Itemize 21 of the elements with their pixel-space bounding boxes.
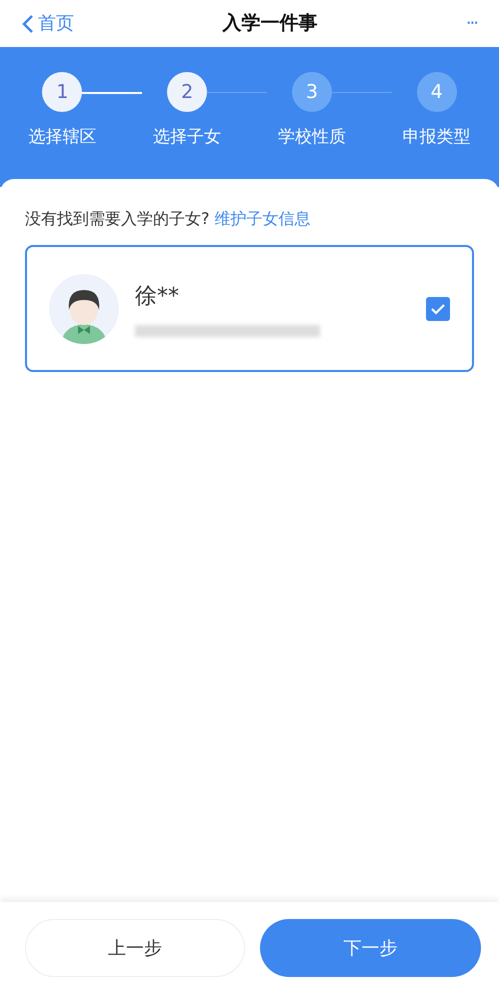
page-title: 入学一件事 bbox=[222, 11, 318, 36]
child-card[interactable]: 徐** bbox=[25, 245, 474, 372]
maintain-info-link[interactable]: 维护子女信息 bbox=[214, 209, 311, 228]
step-number: 2 bbox=[167, 72, 208, 112]
child-name: 徐** bbox=[135, 283, 180, 311]
step-number: 3 bbox=[292, 72, 332, 112]
previous-button[interactable]: 上一步 bbox=[25, 919, 245, 977]
prompt-text: 没有找到需要入学的子女? bbox=[25, 209, 210, 228]
step-label: 申报类型 bbox=[402, 126, 471, 149]
step-label: 选择子女 bbox=[153, 126, 222, 149]
checkbox[interactable] bbox=[426, 296, 450, 320]
avatar-icon bbox=[49, 274, 119, 344]
check-icon bbox=[431, 302, 445, 314]
step-number: 1 bbox=[42, 72, 82, 112]
next-button[interactable]: 下一步 bbox=[260, 919, 481, 977]
chevron-left-icon bbox=[22, 14, 34, 34]
step-label: 选择辖区 bbox=[28, 126, 96, 149]
step-label: 学校性质 bbox=[278, 126, 346, 149]
step-number: 4 bbox=[416, 72, 457, 112]
more-menu[interactable]: ··· bbox=[466, 10, 477, 37]
back-link[interactable]: 首页 bbox=[22, 10, 74, 37]
